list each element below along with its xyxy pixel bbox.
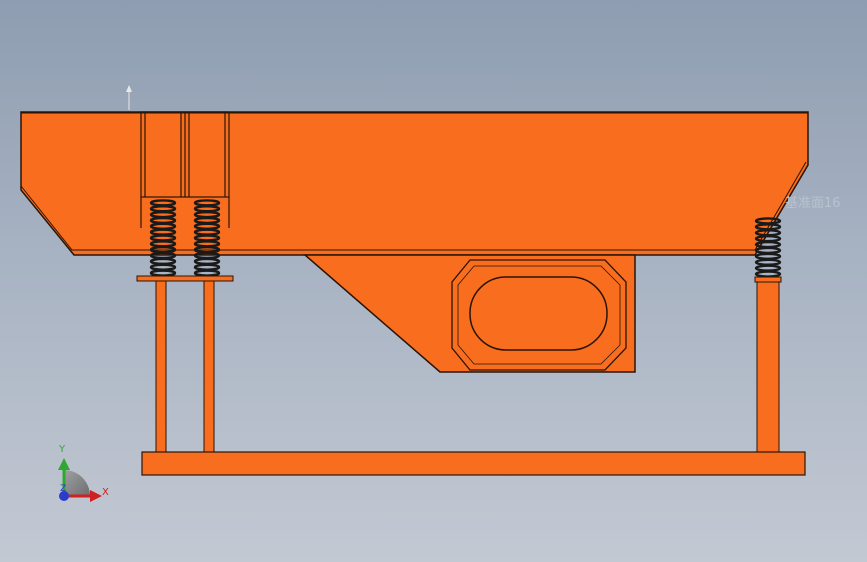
base-beam — [141, 451, 806, 476]
spring-coil — [754, 258, 782, 266]
triad-z-label: Z — [60, 484, 67, 494]
spring-coil — [149, 269, 177, 277]
motor-window — [469, 276, 608, 351]
coordinate-triad[interactable] — [58, 458, 102, 502]
right-leg — [756, 281, 780, 453]
feeder-model[interactable] — [0, 0, 867, 562]
spring-coil — [193, 257, 221, 266]
spring-coil — [754, 252, 782, 261]
left-leg-back — [203, 280, 215, 453]
triad-y-label: Y — [59, 444, 66, 455]
spring-coil — [754, 264, 782, 272]
spring-coil — [754, 270, 782, 278]
reference-plane-label[interactable]: 基准面16 — [785, 192, 841, 211]
spring-coil — [149, 263, 177, 271]
right-spring-seat — [754, 276, 782, 283]
left-leg-front — [155, 280, 167, 453]
spring-coil — [193, 263, 221, 271]
spring-coil — [754, 246, 782, 255]
sketch-arrow-icon — [126, 85, 132, 110]
cad-viewport[interactable]: 基准面16 Y X Z — [0, 0, 867, 562]
left-spring-seat — [136, 275, 234, 282]
triad-x-label: X — [102, 487, 109, 498]
trough-body — [20, 111, 809, 256]
spring-coil — [193, 269, 221, 277]
spring-coil — [149, 257, 177, 266]
